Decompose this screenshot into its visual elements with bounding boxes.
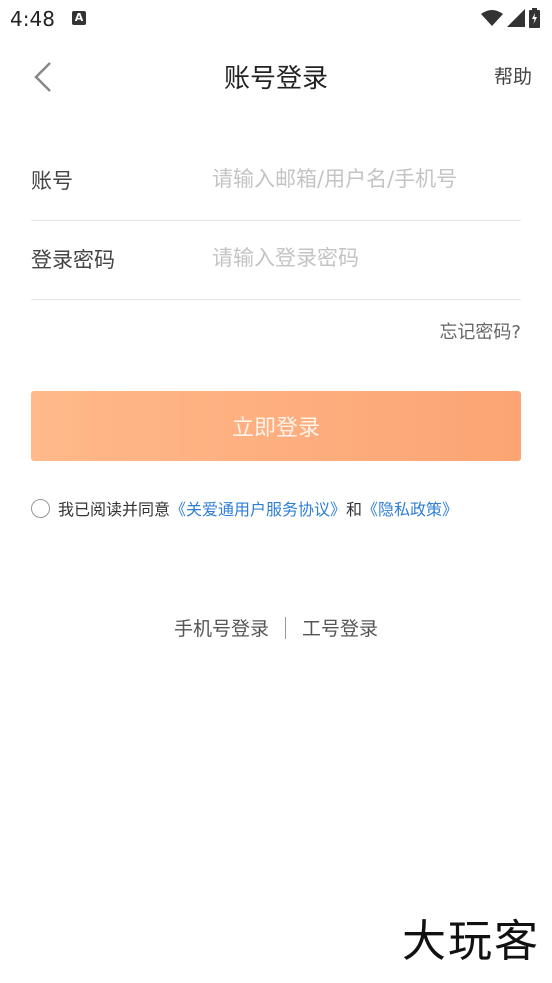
agree-checkbox[interactable]	[31, 498, 50, 518]
page-title: 账号登录	[223, 64, 328, 94]
password-label: 登录密码	[31, 248, 115, 272]
watermark: 大玩客	[402, 916, 540, 967]
signal-icon	[507, 9, 525, 27]
login-button[interactable]: 立即登录	[31, 391, 521, 461]
user-agreement-link[interactable]: 《关爱通用户服务协议》	[170, 496, 346, 520]
status-icons	[481, 8, 540, 28]
privacy-policy-link[interactable]: 《隐私政策》	[362, 496, 458, 520]
notification-app-icon: A	[72, 11, 86, 25]
agreement-row: 我已阅读并同意 《关爱通用户服务协议》 和 《隐私政策》	[31, 496, 458, 520]
agreement-prefix: 我已阅读并同意	[58, 500, 171, 519]
account-input[interactable]	[212, 159, 517, 199]
password-row: 登录密码	[31, 220, 521, 300]
wifi-icon	[481, 10, 503, 26]
account-label: 账号	[31, 169, 73, 193]
password-input[interactable]	[212, 238, 517, 278]
status-bar: 4:48 A	[0, 0, 552, 38]
alt-login-divider	[285, 616, 286, 639]
help-button[interactable]: 帮助	[494, 62, 532, 89]
phone-login-link[interactable]: 手机号登录	[174, 614, 269, 641]
forgot-password-link[interactable]: 忘记密码?	[439, 318, 521, 344]
alt-login: 手机号登录 工号登录	[0, 614, 552, 641]
account-row: 账号	[31, 141, 521, 221]
status-time: 4:48	[10, 7, 55, 31]
employee-login-link[interactable]: 工号登录	[302, 614, 378, 641]
battery-icon	[529, 8, 540, 28]
agreement-and: 和	[346, 500, 363, 519]
nav-bar: 账号登录 帮助	[0, 48, 552, 100]
